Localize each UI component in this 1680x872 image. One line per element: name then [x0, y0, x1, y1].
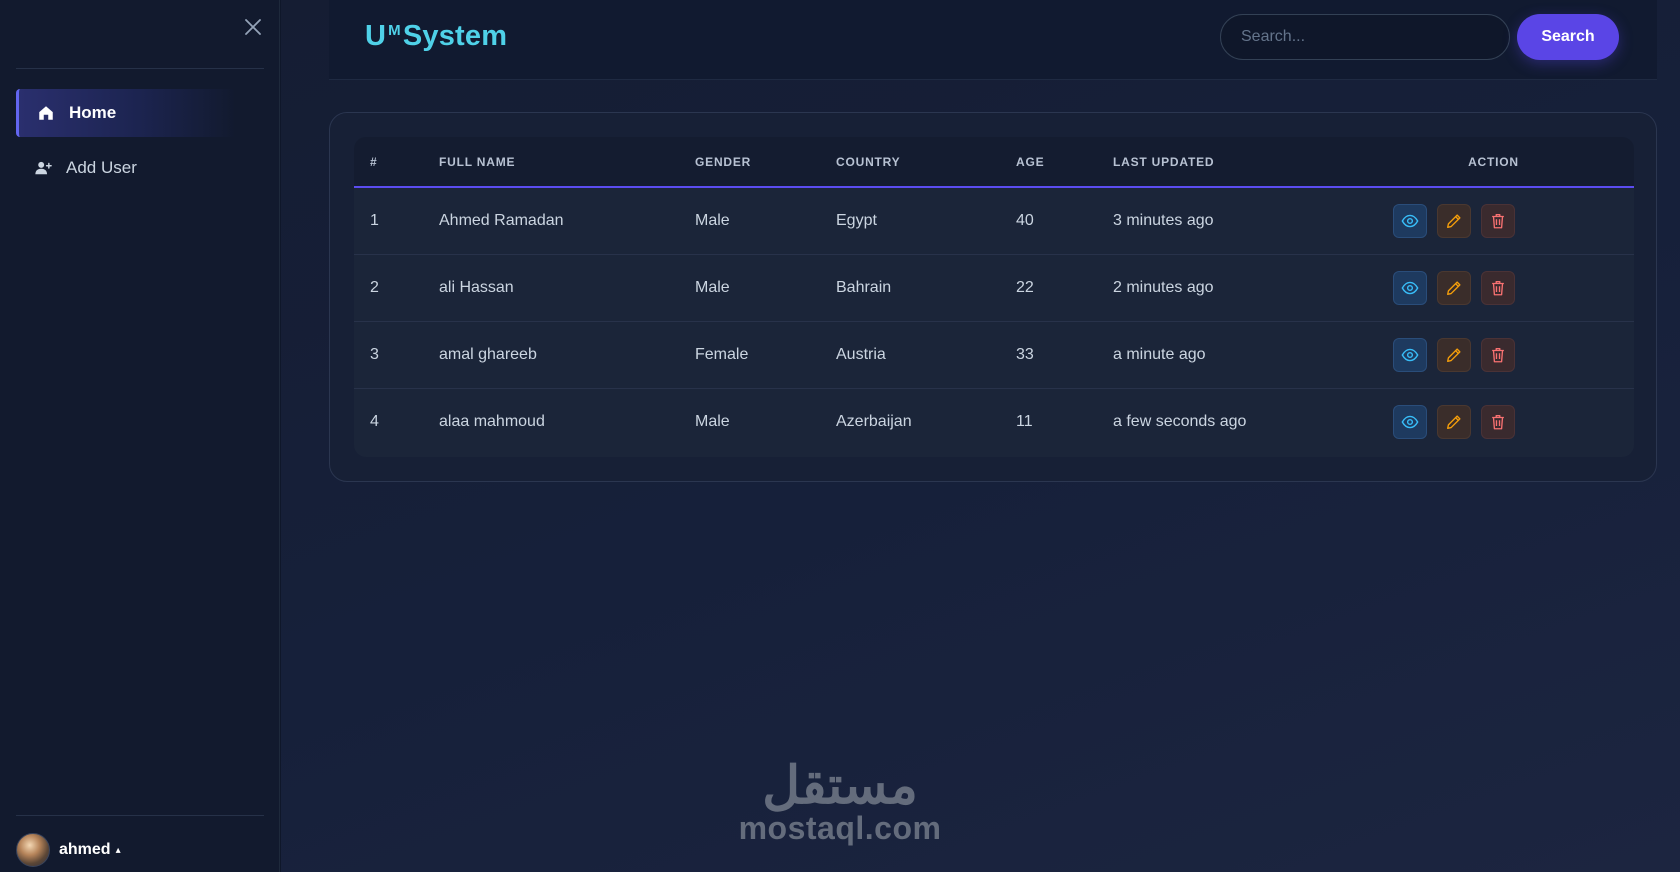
cell-age: 33	[1016, 345, 1034, 363]
eye-icon	[1401, 348, 1419, 361]
column-header-action: ACTION	[1393, 137, 1634, 188]
edit-button[interactable]	[1437, 203, 1471, 238]
delete-button[interactable]	[1481, 203, 1515, 238]
main-content: UMSystem Search # FULL NAME GENDER COUNT…	[281, 0, 1680, 872]
home-icon	[39, 106, 53, 120]
cell-gender: Female	[695, 345, 749, 363]
column-header-country: COUNTRY	[836, 137, 1016, 188]
cell-id: 4	[370, 412, 379, 430]
cell-age: 22	[1016, 278, 1034, 296]
cell-actions	[1393, 254, 1634, 321]
cell-last-updated: a minute ago	[1113, 345, 1206, 363]
brand-superscript: M	[388, 22, 401, 39]
edit-button[interactable]	[1437, 337, 1471, 372]
users-table-wrapper: # FULL NAME GENDER COUNTRY AGE LAST UPDA…	[354, 137, 1634, 457]
eye-icon	[1401, 281, 1419, 294]
cell-last-updated: a few seconds ago	[1113, 412, 1247, 430]
trash-icon	[1492, 347, 1504, 362]
cell-actions	[1393, 187, 1634, 254]
search-input[interactable]	[1220, 14, 1510, 60]
sidebar-divider	[16, 815, 264, 816]
cell-actions	[1393, 388, 1634, 455]
view-button[interactable]	[1393, 203, 1427, 238]
user-name: ahmed	[59, 841, 111, 858]
close-icon	[245, 19, 261, 35]
column-header-last-updated: LAST UPDATED	[1113, 137, 1393, 188]
cell-full-name: amal ghareeb	[439, 345, 537, 363]
delete-button[interactable]	[1481, 337, 1515, 372]
cell-gender: Male	[695, 412, 730, 430]
edit-button[interactable]	[1437, 404, 1471, 439]
trash-icon	[1492, 213, 1504, 229]
view-button[interactable]	[1393, 337, 1427, 372]
trash-icon	[1492, 280, 1504, 295]
cell-country: Azerbaijan	[836, 412, 912, 430]
sidebar-item-add-user[interactable]: Add User	[16, 144, 236, 192]
cell-gender: Male	[695, 211, 730, 229]
trash-icon	[1492, 414, 1504, 430]
cell-age: 40	[1016, 211, 1034, 229]
table-row: 1 Ahmed Ramadan Male Egypt 40 3 minutes …	[354, 187, 1634, 254]
column-header-gender: GENDER	[695, 137, 836, 188]
cell-gender: Male	[695, 278, 730, 296]
table-row: 3 amal ghareeb Female Austria 33 a minut…	[354, 321, 1634, 388]
pencil-icon	[1447, 280, 1461, 295]
watermark-arabic: مستقل	[762, 757, 918, 815]
cell-last-updated: 2 minutes ago	[1113, 278, 1214, 296]
avatar	[16, 833, 50, 867]
cell-age: 11	[1016, 412, 1033, 430]
pencil-icon	[1447, 214, 1461, 228]
brand-logo: U MSystem	[365, 20, 507, 53]
sidebar-divider	[16, 68, 264, 69]
sidebar-item-label: Add User	[66, 158, 137, 177]
cell-id: 2	[370, 278, 379, 296]
delete-button[interactable]	[1481, 404, 1515, 439]
table-header-row: # FULL NAME GENDER COUNTRY AGE LAST UPDA…	[354, 137, 1634, 188]
pencil-icon	[1447, 415, 1461, 429]
delete-button[interactable]	[1481, 270, 1515, 305]
search-button[interactable]: Search	[1517, 14, 1619, 60]
view-button[interactable]	[1393, 270, 1427, 305]
caret-up-icon: ▴	[115, 844, 121, 856]
cell-country: Bahrain	[836, 278, 892, 296]
cell-full-name: alaa mahmoud	[439, 412, 545, 430]
cell-actions	[1393, 321, 1634, 388]
watermark: مستقل mostaql.com	[738, 760, 942, 860]
column-header-full-name: FULL NAME	[439, 137, 695, 188]
sidebar: Home Add User ahmed ▴	[0, 0, 280, 872]
users-table: # FULL NAME GENDER COUNTRY AGE LAST UPDA…	[354, 137, 1634, 455]
cell-full-name: Ahmed Ramadan	[439, 211, 564, 229]
brand-prefix: U	[365, 20, 387, 52]
eye-icon	[1401, 415, 1419, 429]
cell-country: Austria	[836, 345, 886, 363]
pencil-icon	[1447, 347, 1461, 362]
close-sidebar-button[interactable]	[240, 14, 266, 40]
top-bar: U MSystem Search	[329, 0, 1657, 80]
column-header-age: AGE	[1016, 137, 1113, 188]
cell-last-updated: 3 minutes ago	[1113, 211, 1214, 229]
add-user-icon	[35, 161, 52, 175]
table-row: 4 alaa mahmoud Male Azerbaijan 11 a few …	[354, 388, 1634, 455]
users-card: # FULL NAME GENDER COUNTRY AGE LAST UPDA…	[329, 112, 1657, 482]
table-row: 2 ali Hassan Male Bahrain 22 2 minutes a…	[354, 254, 1634, 321]
watermark-latin: mostaql.com	[738, 810, 942, 846]
cell-full-name: ali Hassan	[439, 278, 514, 296]
edit-button[interactable]	[1437, 270, 1471, 305]
eye-icon	[1401, 214, 1419, 228]
brand-suffix: System	[402, 20, 508, 52]
cell-id: 3	[370, 345, 379, 363]
sidebar-item-label: Home	[69, 103, 117, 122]
view-button[interactable]	[1393, 404, 1427, 439]
cell-country: Egypt	[836, 211, 877, 229]
column-header-number: #	[354, 137, 439, 188]
cell-id: 1	[370, 211, 379, 229]
sidebar-item-home[interactable]: Home	[16, 89, 236, 137]
user-menu[interactable]: ahmed ▴	[16, 832, 121, 868]
